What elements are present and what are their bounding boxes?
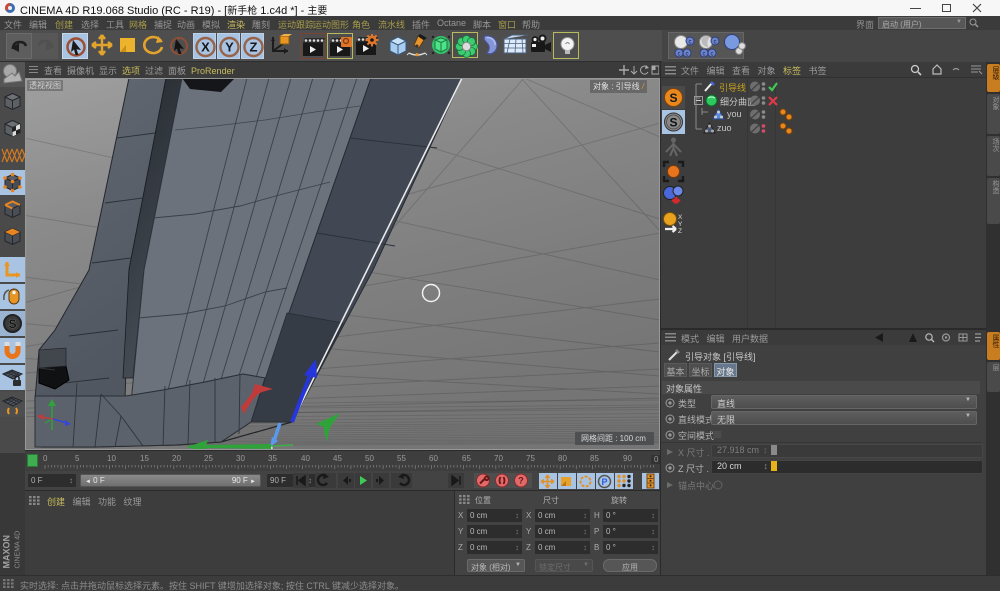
svg-text:c: c [703,52,706,58]
svg-text:c: c [686,52,689,58]
svg-text:X: X [678,214,683,221]
svg-text:Z: Z [250,40,258,55]
svg-text:?: ? [518,476,524,486]
svg-text:X: X [201,40,210,55]
svg-text:c: c [689,40,692,46]
svg-text:CINEMA 4D: CINEMA 4D [15,531,22,569]
svg-text:MAXON: MAXON [2,535,12,569]
svg-text:c: c [714,40,717,46]
svg-text:c: c [678,52,681,58]
svg-text:S: S [8,317,16,331]
svg-text:Y: Y [678,221,683,228]
svg-text:c: c [711,52,714,58]
svg-text:P: P [601,477,607,487]
svg-text:Z: Z [678,228,682,235]
svg-text:S: S [669,91,677,105]
svg-text:Y: Y [225,40,234,55]
svg-text:S: S [669,116,677,130]
